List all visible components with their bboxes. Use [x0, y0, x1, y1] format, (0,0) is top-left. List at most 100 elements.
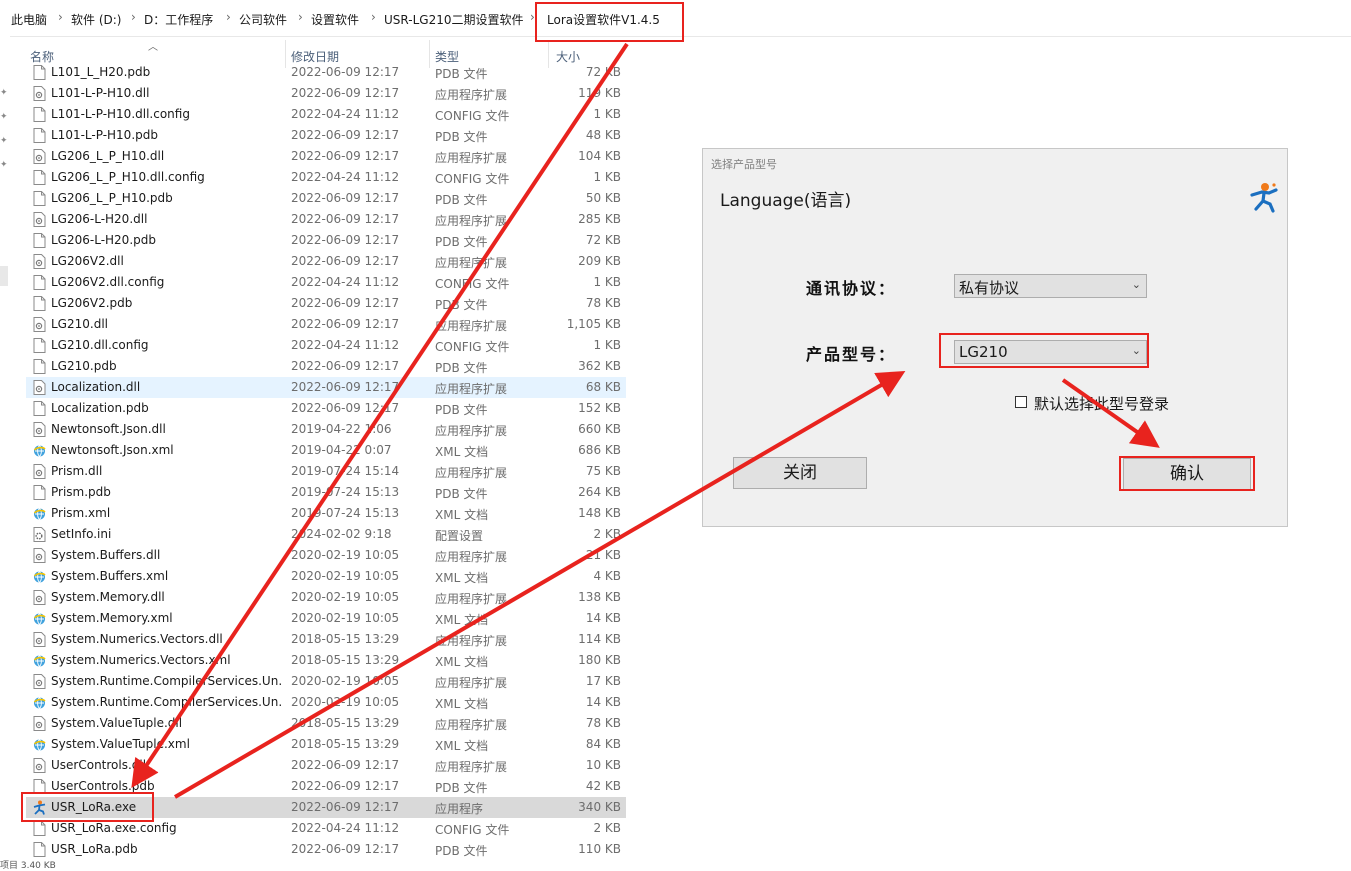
file-row[interactable]: System.Buffers.xml 2020-02-19 10:05 XML 文档… [26, 566, 626, 587]
file-row[interactable]: L101-L-P-H10.dll 2022-06-09 12:17 应用程序扩展 11… [26, 83, 626, 104]
file-date: 2022-06-09 12:17 [291, 296, 400, 310]
highlight-box-confirm [1119, 456, 1255, 491]
file-size: 209 KB [578, 254, 621, 268]
file-name: LG210.pdb [51, 359, 117, 373]
dll-icon [33, 212, 46, 227]
file-row[interactable]: System.ValueTuple.xml 2018-05-15 13:29 XML… [26, 734, 626, 755]
file-size: 1 KB [593, 170, 621, 184]
file-name: LG210.dll.config [51, 338, 149, 352]
file-row[interactable]: LG206V2.dll 2022-06-09 12:17 应用程序扩展 209 KB [26, 251, 626, 272]
file-date: 2019-07-24 15:14 [291, 464, 400, 478]
file-size: 119 KB [578, 86, 621, 100]
file-row[interactable]: LG210.dll.config 2022-04-24 11:12 CONFIG 文… [26, 335, 626, 356]
file-name: System.Buffers.dll [51, 548, 161, 562]
chevron-down-icon[interactable]: ⌄ [1132, 278, 1141, 291]
file-type: XML 文档 [435, 445, 489, 459]
file-row[interactable]: System.Buffers.dll 2020-02-19 10:05 应用程序扩展… [26, 545, 626, 566]
xml-icon [33, 655, 46, 667]
file-name: Newtonsoft.Json.dll [51, 422, 166, 436]
file-date: 2022-06-09 12:17 [291, 401, 400, 415]
file-row[interactable]: LG206_L_P_H10.dll.config 2022-04-24 11:12… [26, 167, 626, 188]
file-row[interactable]: System.Numerics.Vectors.xml 2018-05-15 13… [26, 650, 626, 671]
file-size: 114 KB [578, 632, 621, 646]
file-type: 应用程序扩展 [435, 382, 508, 396]
file-type: XML 文档 [435, 655, 489, 669]
file-row[interactable]: LG206_L_P_H10.pdb 2022-06-09 12:17 PDB 文件 5… [26, 188, 626, 209]
breadcrumb-item-company-software[interactable]: 公司软件 [239, 11, 287, 28]
file-date: 2022-06-09 12:17 [291, 317, 400, 331]
file-row[interactable]: LG210.dll 2022-06-09 12:17 应用程序扩展 1,105 KB [26, 314, 626, 335]
file-row[interactable]: LG206_L_P_H10.dll 2022-06-09 12:17 应用程序扩展 1… [26, 146, 626, 167]
file-row[interactable]: SetInfo.ini 2024-02-02 9:18 配置设置 2 KB [26, 524, 626, 545]
file-row[interactable]: Localization.pdb 2022-06-09 12:17 PDB 文件 15… [26, 398, 626, 419]
file-size: 138 KB [578, 590, 621, 604]
breadcrumb-item-work-programs[interactable]: D：工作程序 [144, 11, 213, 28]
breadcrumb-item-this-pc[interactable]: 此电脑 [11, 11, 47, 28]
breadcrumb-item-lg210[interactable]: USR-LG210二期设置软件 [384, 11, 523, 28]
file-icon [33, 338, 46, 353]
file-row[interactable]: L101_L_H20.pdb 2022-06-09 12:17 PDB 文件 72 K… [26, 62, 626, 83]
chevron-right-icon[interactable]: › [58, 10, 63, 24]
protocol-select[interactable]: 私有协议 ⌄ [954, 274, 1147, 298]
file-row[interactable]: Prism.dll 2019-07-24 15:14 应用程序扩展 75 KB [26, 461, 626, 482]
breadcrumb-item-drive-d[interactable]: 软件 (D:) [71, 11, 121, 28]
file-date: 2022-06-09 12:17 [291, 800, 400, 814]
file-type: PDB 文件 [435, 844, 488, 858]
language-link[interactable]: Language(语言) [720, 186, 851, 211]
file-date: 2018-05-15 13:29 [291, 716, 400, 730]
close-button[interactable]: 关闭 [733, 457, 867, 489]
chevron-right-icon[interactable]: › [298, 10, 303, 24]
pin-icon: ✦ [0, 88, 8, 98]
file-row[interactable]: Prism.pdb 2019-07-24 15:13 PDB 文件 264 KB [26, 482, 626, 503]
file-row[interactable]: System.ValueTuple.dll 2018-05-15 13:29 应用程… [26, 713, 626, 734]
dll-icon [33, 674, 46, 689]
file-name: System.ValueTuple.xml [51, 737, 190, 751]
file-row[interactable]: System.Numerics.Vectors.dll 2018-05-15 13… [26, 629, 626, 650]
file-row[interactable]: LG206V2.pdb 2022-06-09 12:17 PDB 文件 78 KB [26, 293, 626, 314]
default-model-checkbox[interactable] [1015, 396, 1027, 408]
file-date: 2020-02-19 10:05 [291, 548, 400, 562]
file-type: XML 文档 [435, 613, 489, 627]
file-name: Prism.xml [51, 506, 111, 520]
file-date: 2019-07-24 15:13 [291, 506, 400, 520]
sort-ascending-icon: ︿ [148, 42, 158, 53]
default-model-checkbox-label[interactable]: 默认选择此型号登录 [1034, 393, 1169, 414]
file-row[interactable]: UserControls.dll 2022-06-09 12:17 应用程序扩展 10… [26, 755, 626, 776]
file-row[interactable]: USR_LoRa.pdb 2022-06-09 12:17 PDB 文件 110 KB [26, 839, 626, 860]
pin-icon: ✦ [0, 112, 8, 122]
file-size: 84 KB [585, 737, 621, 751]
file-row[interactable]: System.Memory.xml 2020-02-19 10:05 XML 文档 1… [26, 608, 626, 629]
file-row[interactable]: System.Runtime.CompilerServices.Un... 202… [26, 671, 626, 692]
file-row[interactable]: Prism.xml 2019-07-24 15:13 XML 文档 148 KB [26, 503, 626, 524]
file-type: PDB 文件 [435, 235, 488, 249]
file-size: 21 KB [585, 548, 621, 562]
chevron-right-icon[interactable]: › [371, 10, 376, 24]
file-row[interactable]: LG210.pdb 2022-06-09 12:17 PDB 文件 362 KB [26, 356, 626, 377]
file-type: 应用程序扩展 [435, 718, 508, 732]
file-date: 2018-05-15 13:29 [291, 737, 400, 751]
file-size: 42 KB [585, 779, 621, 793]
file-size: 340 KB [578, 800, 621, 814]
file-type: XML 文档 [435, 739, 489, 753]
dll-icon [33, 590, 46, 605]
usr-logo-icon [1250, 183, 1278, 213]
file-row[interactable]: System.Runtime.CompilerServices.Un... 202… [26, 692, 626, 713]
file-row[interactable]: Newtonsoft.Json.dll 2019-04-22 1:06 应用程序扩展… [26, 419, 626, 440]
file-icon [33, 359, 46, 374]
file-size: 72 KB [585, 233, 621, 247]
file-row[interactable]: LG206-L-H20.pdb 2022-06-09 12:17 PDB 文件 72 … [26, 230, 626, 251]
file-row[interactable]: LG206V2.dll.config 2022-04-24 11:12 CONFIG… [26, 272, 626, 293]
file-row[interactable]: L101-L-P-H10.dll.config 2022-04-24 11:12 C… [26, 104, 626, 125]
file-type: 应用程序扩展 [435, 676, 508, 690]
breadcrumb-item-settings-software[interactable]: 设置软件 [311, 11, 359, 28]
file-row[interactable]: Newtonsoft.Json.xml 2019-04-22 0:07 XML 文档… [26, 440, 626, 461]
file-row[interactable]: Localization.dll 2022-06-09 12:17 应用程序扩展 68… [26, 377, 626, 398]
file-icon [33, 821, 46, 836]
file-date: 2020-02-19 10:05 [291, 674, 400, 688]
file-row[interactable]: L101-L-P-H10.pdb 2022-06-09 12:17 PDB 文件 48… [26, 125, 626, 146]
chevron-right-icon[interactable]: › [226, 10, 231, 24]
chevron-right-icon[interactable]: › [131, 10, 136, 24]
file-row[interactable]: System.Memory.dll 2020-02-19 10:05 应用程序扩展 1… [26, 587, 626, 608]
file-date: 2020-02-19 10:05 [291, 695, 400, 709]
file-row[interactable]: LG206-L-H20.dll 2022-06-09 12:17 应用程序扩展 285… [26, 209, 626, 230]
